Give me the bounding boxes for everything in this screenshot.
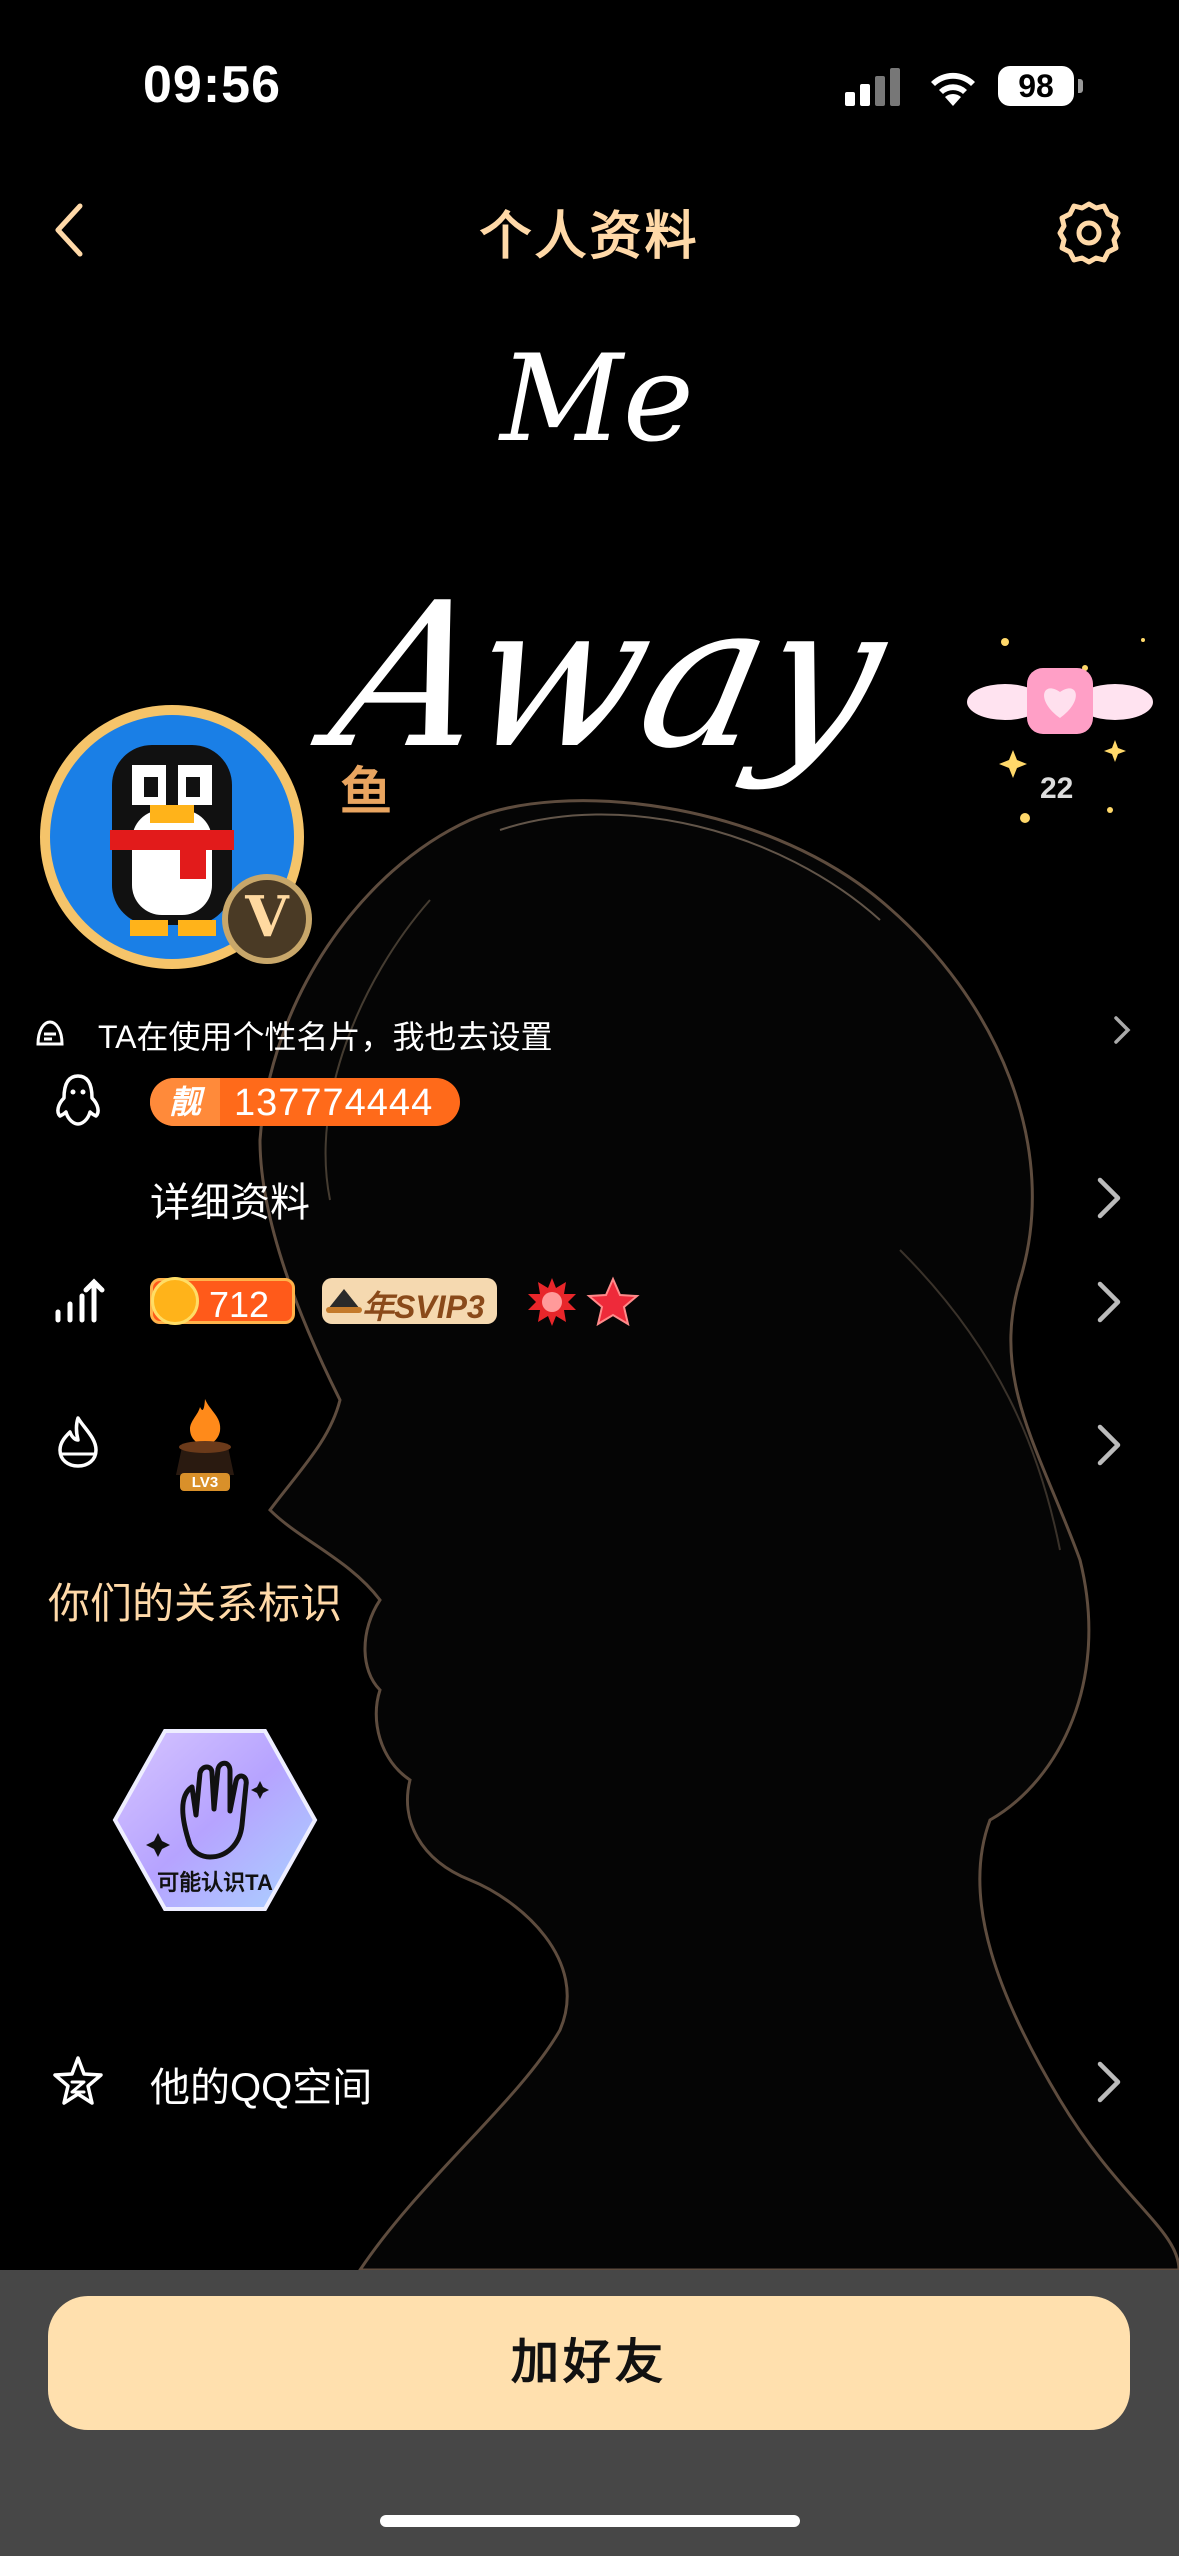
qzone-star-icon (53, 2056, 103, 2105)
gift-count: 22 (1040, 772, 1074, 805)
chevron-right-icon (1114, 1016, 1131, 1044)
hat-icon (326, 1289, 362, 1313)
svip-badge[interactable]: 年SVIP3 (322, 1278, 497, 1325)
settings-gear-icon[interactable] (1052, 196, 1126, 270)
coin-level-badge[interactable]: 712 (150, 1277, 295, 1325)
qq-penguin-icon (56, 1074, 100, 1126)
hero-script-me: Me (500, 330, 694, 469)
svip-label: 年SVIP3 (362, 1289, 485, 1325)
wifi-icon (931, 72, 975, 106)
star-badge-icon[interactable] (586, 1276, 640, 1328)
hero-script-away: Away (315, 560, 904, 793)
battery-tip (1078, 79, 1083, 93)
winged-heart-gift-icon[interactable] (965, 620, 1155, 840)
cellular-signal-icon (845, 68, 900, 106)
status-time: 09:56 (143, 56, 281, 114)
chevron-right-icon[interactable] (1090, 1274, 1130, 1330)
coin-icon (151, 1277, 199, 1325)
relation-badge-label: 可能认识TA (157, 1870, 273, 1895)
add-friend-button[interactable]: 加好友 (48, 2296, 1130, 2430)
qzone-link[interactable]: 他的QQ空间 (150, 2055, 372, 2113)
battery-indicator: 98 (998, 66, 1074, 106)
flame-level-tag: LV3 (192, 1474, 218, 1491)
pretty-number-tag: 靓 (150, 1078, 220, 1126)
sun-badge-icon[interactable] (526, 1276, 578, 1328)
qq-number-badge[interactable]: 靓 137774444 (150, 1078, 460, 1126)
vip-badge[interactable]: V (222, 874, 312, 964)
home-indicator[interactable] (380, 2515, 800, 2527)
card-icon (36, 1020, 64, 1046)
flame-level-badge-icon[interactable]: LV3 (160, 1395, 250, 1495)
fire-drop-icon (58, 1416, 98, 1468)
detailed-profile-link[interactable]: 详细资料 (150, 1170, 310, 1228)
chevron-right-icon[interactable] (1090, 1170, 1130, 1226)
chevron-right-icon[interactable] (1090, 1417, 1130, 1473)
relation-badge[interactable]: 可能认识TA (110, 1725, 320, 1915)
page-title: 个人资料 (479, 208, 700, 266)
relation-section-title: 你们的关系标识 (48, 1580, 343, 1627)
nickname: 鱼 (340, 764, 393, 822)
chevron-right-icon[interactable] (1090, 2054, 1130, 2110)
qq-number: 137774444 (234, 1082, 434, 1124)
growth-chart-icon (55, 1278, 105, 1323)
custom-card-hint-text: TA在使用个性名片，我也去设置 (98, 1019, 553, 1055)
custom-card-hint-row[interactable]: TA在使用个性名片，我也去设置 (30, 1006, 1150, 1056)
coin-value: 712 (209, 1284, 270, 1325)
status-icons: 98 (840, 62, 1090, 112)
